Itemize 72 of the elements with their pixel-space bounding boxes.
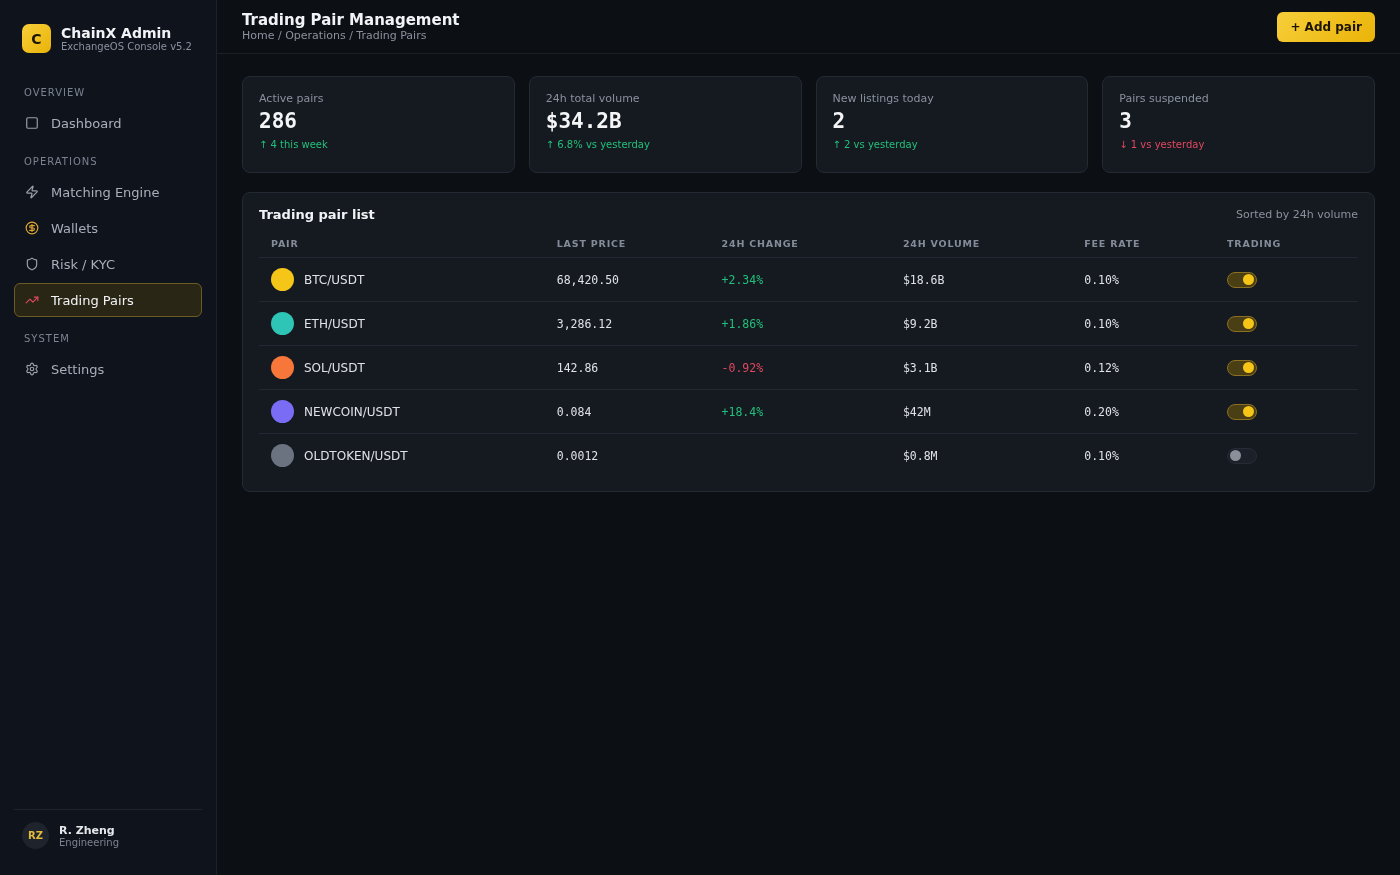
add-pair-button[interactable]: + Add pair [1277, 11, 1375, 42]
stat-label: Pairs suspended [1119, 92, 1210, 105]
stat-delta: ↑ 2 vs yesterday [832, 139, 919, 150]
table-cell: 0.20% [1072, 389, 1216, 434]
stat-value: $34.2B [545, 109, 623, 133]
brand-subtitle: ExchangeOS Console v5.2 [61, 41, 192, 52]
avatar: RZ [22, 822, 49, 849]
table-cell: 142.86 [544, 345, 710, 390]
sort-note: Sorted by 24h volume [1236, 208, 1358, 221]
sidebar-item[interactable]: Trading Pairs [14, 283, 202, 317]
trading-toggle[interactable] [1227, 359, 1258, 376]
section-title: SYSTEM [23, 332, 71, 346]
stat-value: 3 [1119, 109, 1133, 133]
trading-toggle[interactable] [1227, 315, 1258, 332]
section-title: OVERVIEW [23, 86, 87, 100]
stat-delta: ↑ 6.8% vs yesterday [545, 139, 651, 150]
sidebar-item[interactable]: Wallets [14, 211, 202, 245]
brand-logo: C [22, 24, 51, 53]
shield-icon [25, 257, 39, 271]
column-header: TRADING [1215, 230, 1358, 258]
table-cell: +18.4% [709, 389, 891, 434]
pair-name: SOL/USDT [304, 360, 365, 375]
column-header: 24H CHANGE [709, 230, 891, 258]
trading-toggle[interactable] [1227, 403, 1258, 420]
user-name: R. Zheng [59, 823, 116, 837]
table-cell: $0.8M [890, 433, 1073, 477]
settings-icon [25, 362, 39, 376]
table-cell: +1.86% [709, 301, 891, 346]
stat-value: 2 [832, 109, 847, 133]
table-cell: -0.92% [709, 345, 891, 390]
square-icon [25, 116, 39, 130]
column-header: FEE RATE [1072, 230, 1216, 258]
section-title: OPERATIONS [23, 155, 99, 169]
table-cell: 0.10% [1072, 257, 1216, 302]
table-cell: $3.1B [890, 345, 1073, 390]
column-header: LAST PRICE [544, 230, 710, 258]
stat-delta: ↑ 4 this week [259, 139, 329, 150]
brand-name: ChainX Admin [61, 25, 173, 41]
trading-toggle[interactable] [1227, 271, 1258, 288]
table-cell: $9.2B [890, 301, 1073, 346]
table-cell: $18.6B [890, 257, 1073, 302]
stat-label: Active pairs [259, 92, 325, 105]
table-cell: 0.084 [544, 389, 710, 434]
table-cell: 0.10% [1072, 301, 1216, 346]
breadcrumb: Home / Operations / Trading Pairs [242, 29, 428, 42]
table-cell: 68,420.50 [544, 257, 710, 302]
pair-name: BTC/USDT [304, 272, 365, 287]
pair-name: ETH/USDT [304, 316, 365, 331]
stat-label: New listings today [832, 92, 935, 105]
page-title: Trading Pair Management [242, 11, 460, 29]
table-cell: 0.0012 [544, 433, 710, 477]
sidebar-item[interactable]: Risk / KYC [14, 247, 202, 281]
trading-toggle[interactable] [1227, 447, 1258, 464]
money-icon [25, 221, 39, 235]
table-cell: 0.10% [1072, 433, 1216, 477]
stat-value: 286 [259, 109, 298, 133]
pair-name: NEWCOIN/USDT [304, 404, 400, 419]
pair-name: OLDTOKEN/USDT [304, 448, 408, 463]
lightning-icon [25, 185, 39, 199]
table-cell: 3,286.12 [544, 301, 710, 346]
sidebar-item[interactable]: Dashboard [14, 106, 202, 140]
stat-label: 24h total volume [545, 92, 641, 105]
table-cell: 0.12% [1072, 345, 1216, 390]
user-role: Engineering [59, 836, 119, 848]
panel-title: Trading pair list [259, 207, 375, 222]
table-cell: +2.34% [709, 257, 891, 302]
sidebar-item[interactable]: Settings [14, 352, 202, 386]
table-cell: $42M [890, 389, 1073, 434]
stat-delta: ↓ 1 vs yesterday [1119, 139, 1206, 150]
column-header: PAIR [259, 230, 545, 258]
sidebar-item[interactable]: Matching Engine [14, 175, 202, 209]
column-header: 24H VOLUME [890, 230, 1073, 258]
